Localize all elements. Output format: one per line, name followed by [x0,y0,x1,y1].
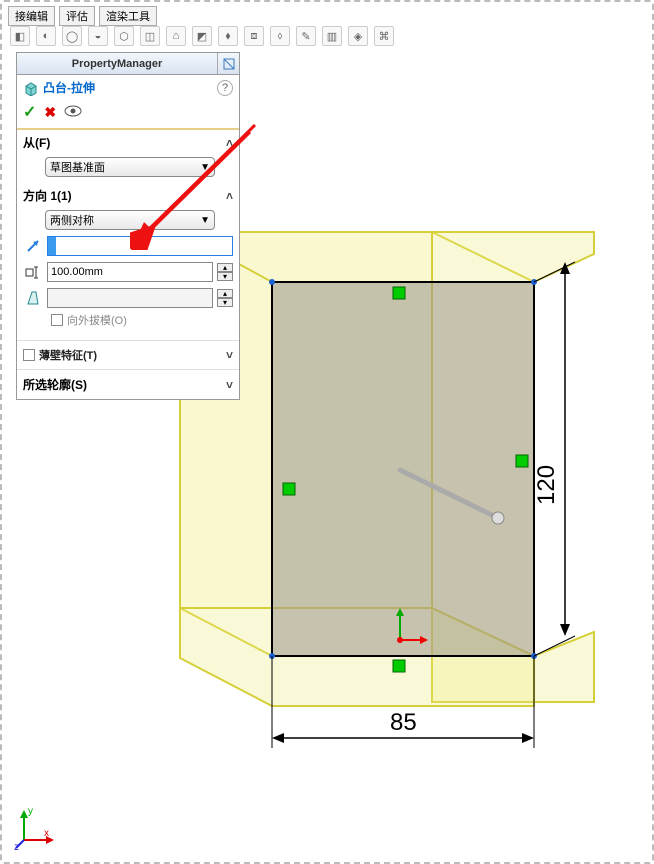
from-select-value: 草图基准面 [50,159,105,175]
dim-height[interactable]: 120 [533,465,560,505]
tab-evaluate[interactable]: 评估 [59,6,95,26]
dim-width[interactable]: 85 [390,709,417,736]
svg-text:y: y [28,806,33,817]
icon-3[interactable]: ◯ [62,26,82,46]
thin-feature-checkbox[interactable]: 薄壁特征(T) ˅ [17,340,239,370]
icon-10[interactable]: ⧈ [244,26,264,46]
section-contours-label: 所选轮廓(S) [23,376,87,393]
help-icon[interactable]: ? [217,80,233,96]
ok-button[interactable]: ✓ [23,102,36,122]
extrude-icon [23,80,39,96]
feature-title: 凸台-拉伸 [43,79,95,96]
draft-outward-label: 向外拔模(O) [67,312,127,328]
preview-icon[interactable] [64,104,82,120]
section-dir1-label: 方向 1(1) [23,187,72,204]
dropdown-icon: ▼ [200,215,210,226]
icon-15[interactable]: ⌘ [374,26,394,46]
dir1-type-select[interactable]: 两侧对称 ▼ [45,210,215,230]
depth-icon [23,262,43,282]
dir1-type-value: 两侧对称 [50,212,94,228]
icon-5[interactable]: ⬡ [114,26,134,46]
chevron-down-icon: ˅ [226,378,233,392]
reverse-direction-icon[interactable] [23,236,43,256]
property-manager-panel: PropertyManager 凸台-拉伸 ? ✓ ✖ 从(F) ˄ 草图基准面… [16,52,240,400]
draft-outward-checkbox: 向外拔模(O) [23,308,233,332]
icon-4[interactable]: ◒ [88,26,108,46]
section-dir1-header[interactable]: 方向 1(1) ˄ [17,185,239,206]
svg-text:z: z [14,842,19,850]
icon-11[interactable]: ⬨ [270,26,290,46]
depth-spinner[interactable]: ▴▾ [217,263,233,281]
checkbox-box [51,314,63,326]
section-from-header[interactable]: 从(F) ˄ [17,132,239,153]
tab-edit[interactable]: 接编辑 [8,6,55,26]
checkbox-box [23,349,35,361]
direction-input[interactable] [47,236,233,256]
icon-13[interactable]: ▥ [322,26,342,46]
draft-spinner[interactable]: ▴▾ [217,289,233,307]
cancel-button[interactable]: ✖ [44,104,56,121]
icon-1[interactable]: ◧ [10,26,30,46]
pm-title: PropertyManager [17,58,217,70]
toolbar-icons: ◧ ◐ ◯ ◒ ⬡ ◫ ⌂ ◩ ⬧ ⧈ ⬨ ✎ ▥ ◈ ⌘ [10,26,394,46]
icon-7[interactable]: ⌂ [166,26,186,46]
from-select[interactable]: 草图基准面 ▼ [45,157,215,177]
icon-12[interactable]: ✎ [296,26,316,46]
section-from-label: 从(F) [23,134,50,151]
pin-icon[interactable] [217,53,239,74]
icon-14[interactable]: ◈ [348,26,368,46]
icon-6[interactable]: ◫ [140,26,160,46]
draft-icon[interactable] [23,288,43,308]
section-contours-header[interactable]: 所选轮廓(S) ˅ [17,370,239,399]
chevron-up-icon: ˄ [226,136,233,150]
coord-triad: y x z [14,800,64,850]
depth-input[interactable]: 100.00mm [47,262,213,282]
icon-9[interactable]: ⬧ [218,26,238,46]
icon-2[interactable]: ◐ [36,26,56,46]
thin-feature-label: 薄壁特征(T) [39,347,97,363]
draft-input[interactable] [47,288,213,308]
dropdown-icon: ▼ [200,162,210,173]
tab-render[interactable]: 渲染工具 [99,6,157,26]
chevron-down-icon: ˅ [226,348,233,362]
icon-8[interactable]: ◩ [192,26,212,46]
svg-text:x: x [44,828,49,839]
chevron-up-icon: ˄ [226,189,233,203]
